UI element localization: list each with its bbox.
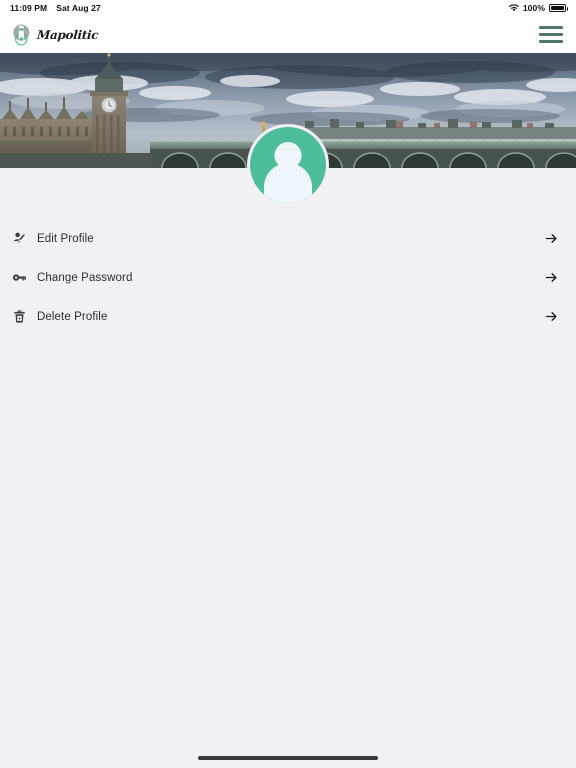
menu-item-label: Edit Profile: [37, 232, 94, 245]
status-bar-time: 11:09 PM: [10, 3, 48, 13]
menu-item-change-password[interactable]: Change Password: [0, 262, 576, 293]
battery-percent-label: 100%: [522, 3, 545, 13]
menu-item-label: Delete Profile: [37, 310, 108, 323]
brand-name: Mapolitic: [36, 27, 99, 42]
app-bar: Mapolitic: [0, 16, 576, 53]
wifi-icon: [508, 4, 519, 12]
brand-logo[interactable]: Mapolitic: [8, 21, 99, 49]
trash-icon: [8, 306, 30, 328]
home-indicator: [198, 756, 378, 760]
arrow-right-icon[interactable]: [542, 269, 560, 287]
status-bar-right: 100%: [508, 3, 568, 13]
hamburger-menu-icon[interactable]: [539, 26, 563, 43]
status-bar-left: 11:09 PM Sat Aug 27: [10, 3, 101, 13]
arrow-right-icon[interactable]: [542, 230, 560, 248]
edit-profile-icon: [8, 228, 30, 250]
avatar[interactable]: [247, 124, 329, 206]
menu-item-edit-profile[interactable]: Edit Profile: [0, 223, 576, 254]
status-bar-date: Sat Aug 27: [56, 3, 101, 13]
menu-item-delete-profile[interactable]: Delete Profile: [0, 301, 576, 332]
arrow-right-icon[interactable]: [542, 308, 560, 326]
battery-icon: [549, 4, 568, 12]
person-avatar-icon: [250, 127, 326, 203]
menu-item-label: Change Password: [37, 271, 133, 284]
map-pin-logo-icon: [8, 21, 36, 49]
key-icon: [8, 267, 30, 289]
status-bar: 11:09 PM Sat Aug 27 100%: [0, 0, 576, 16]
